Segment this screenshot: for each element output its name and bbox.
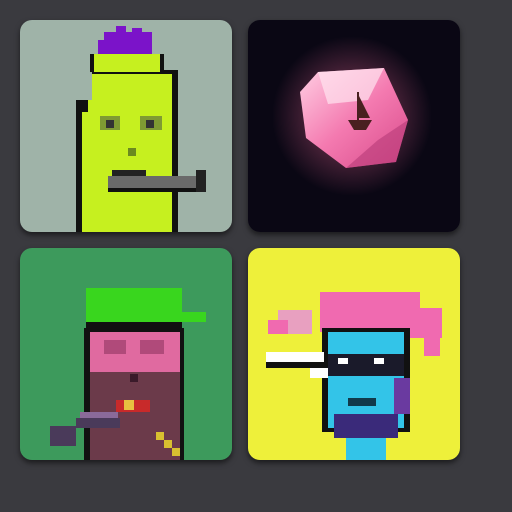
nft-card-pink-mask-punk[interactable] <box>20 248 232 460</box>
blue-pigtail-punk-artwork <box>248 248 460 460</box>
pink-mask-punk-artwork <box>20 248 232 460</box>
nft-card-blue-pigtail-punk[interactable] <box>248 248 460 460</box>
nft-gallery-grid <box>0 0 512 512</box>
green-alien-artwork <box>20 20 232 232</box>
nft-card-green-alien[interactable] <box>20 20 232 232</box>
pink-crystal-artwork <box>248 20 460 232</box>
nft-card-pink-crystal[interactable] <box>248 20 460 232</box>
